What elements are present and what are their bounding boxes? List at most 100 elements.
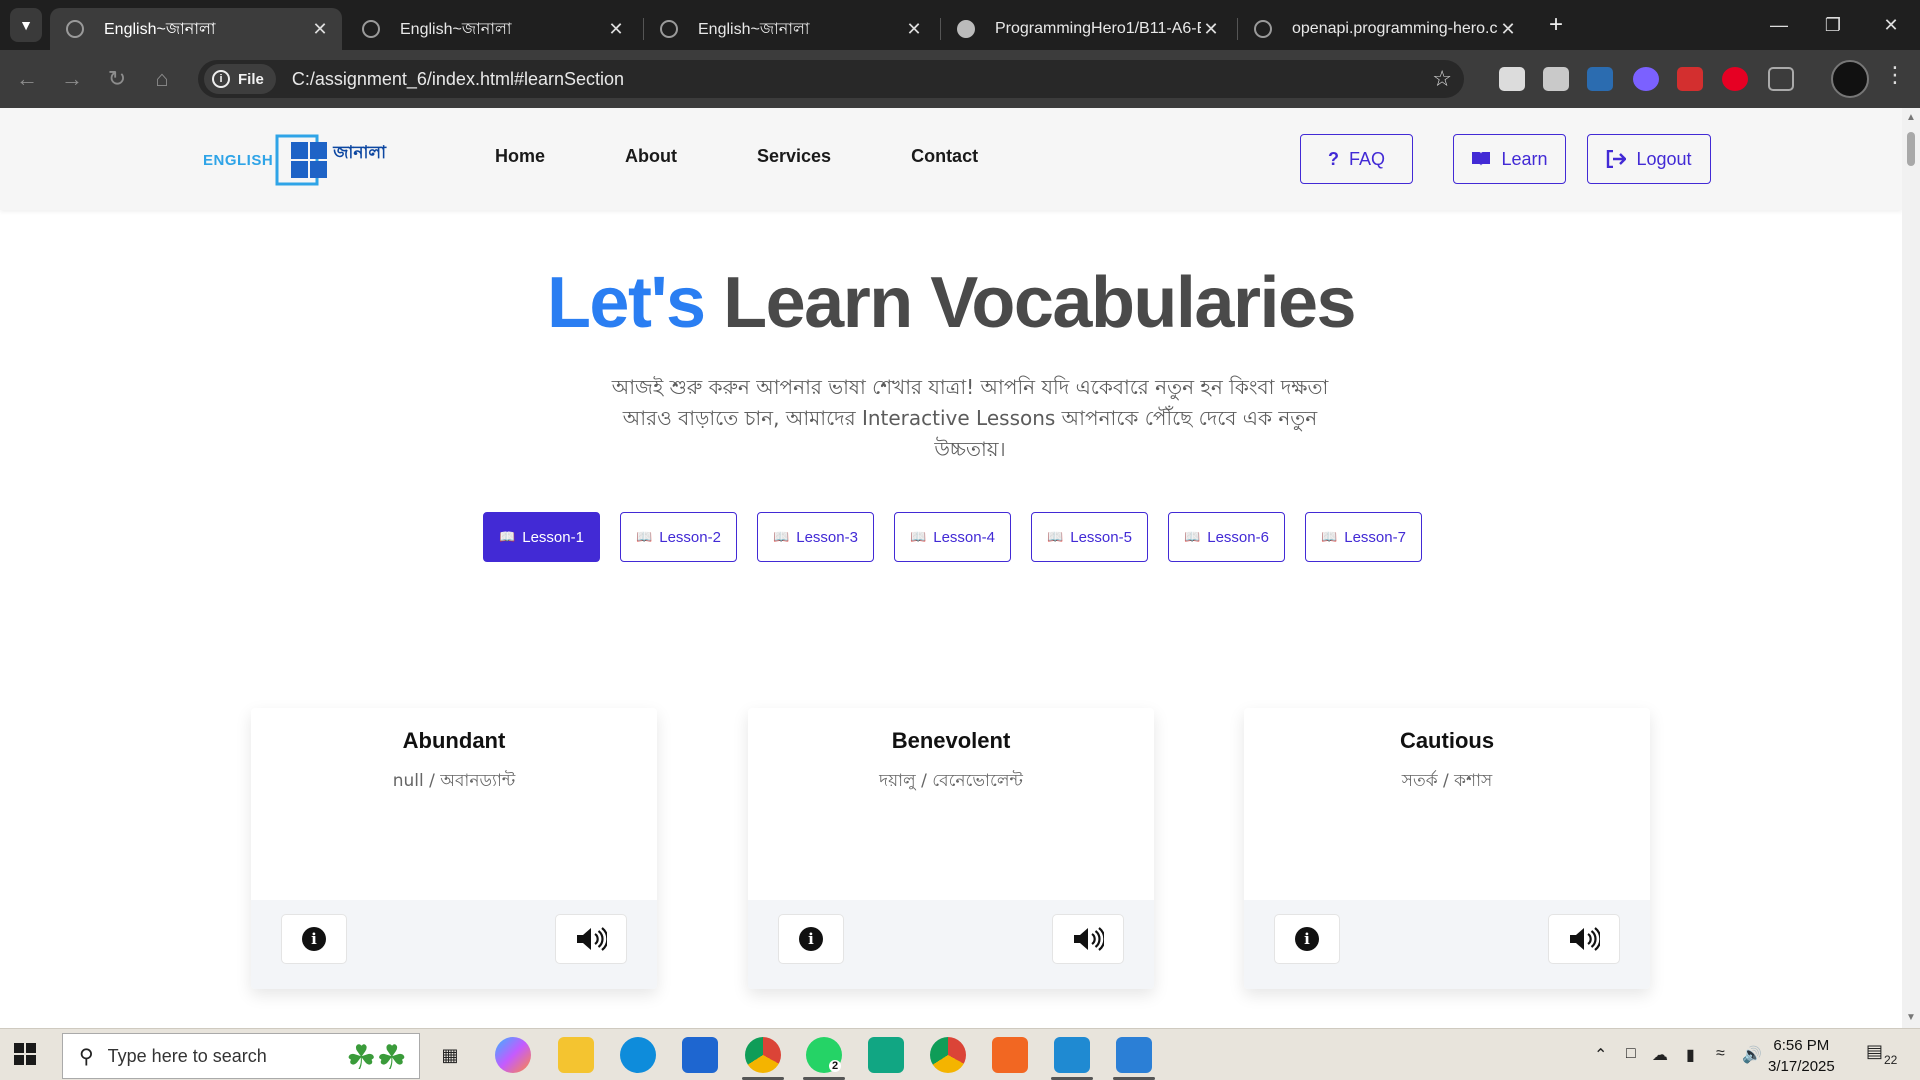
windows-start-icon[interactable] bbox=[14, 1043, 36, 1065]
reading-list-icon[interactable] bbox=[1499, 67, 1525, 91]
browser-tab-4[interactable]: ProgrammingHero1/B11-A6-En ✕ bbox=[941, 8, 1233, 50]
close-tab-icon[interactable]: ✕ bbox=[1201, 19, 1221, 40]
info-icon: i bbox=[212, 70, 230, 88]
lesson-1-button[interactable]: 📖 Lesson-1 bbox=[483, 512, 600, 562]
vocab-word: Abundant bbox=[402, 728, 506, 753]
bookmark-star-icon[interactable]: ☆ bbox=[1432, 66, 1452, 92]
extension-icon[interactable] bbox=[1633, 67, 1659, 91]
globe-icon bbox=[362, 20, 380, 38]
tab-search-chevron-icon[interactable]: ▼ bbox=[10, 8, 42, 42]
close-tab-icon[interactable]: ✕ bbox=[1498, 19, 1518, 40]
nav-about[interactable]: About bbox=[625, 146, 677, 167]
tray-chevron-icon[interactable]: ⌃ bbox=[1594, 1045, 1607, 1065]
title-accent: Let's bbox=[546, 263, 706, 343]
chrome-icon[interactable] bbox=[745, 1037, 781, 1073]
close-tab-icon[interactable]: ✕ bbox=[606, 19, 626, 40]
page-subtitle: আজই শুরু করুন আপনার ভাষা শেখার যাত্রা! আ… bbox=[611, 375, 1329, 461]
restore-icon[interactable]: ❐ bbox=[1810, 8, 1856, 42]
reload-icon[interactable]: ↻ bbox=[100, 62, 134, 96]
search-placeholder: Type here to search bbox=[107, 1045, 267, 1066]
faq-button[interactable]: ? FAQ bbox=[1300, 134, 1413, 184]
url-text[interactable]: C:/assignment_6/index.html#learnSection bbox=[292, 69, 624, 90]
pronounce-button[interactable] bbox=[1548, 914, 1620, 964]
pinterest-icon[interactable] bbox=[1722, 67, 1748, 91]
lesson-7-button[interactable]: 📖 Lesson-7 bbox=[1305, 512, 1422, 562]
question-icon: ? bbox=[1327, 148, 1339, 169]
browser-tab-2[interactable]: English~জানালা ✕ bbox=[346, 8, 638, 50]
nav-home[interactable]: Home bbox=[495, 146, 545, 167]
tab-title: English~জানালা bbox=[104, 20, 216, 38]
new-tab-button[interactable]: + bbox=[1540, 10, 1572, 40]
xampp-icon[interactable] bbox=[992, 1037, 1028, 1073]
nav-contact[interactable]: Contact bbox=[911, 146, 978, 167]
copilot-icon[interactable] bbox=[495, 1037, 531, 1073]
speaker-icon bbox=[577, 927, 607, 951]
details-button[interactable]: i bbox=[281, 914, 347, 964]
lesson-label: Lesson-5 bbox=[1070, 528, 1132, 546]
site-navbar: ENGLISH জানালা Home About Services Conta… bbox=[0, 108, 1902, 210]
menu-kebab-icon[interactable]: ⋮ bbox=[1884, 62, 1906, 88]
details-button[interactable]: i bbox=[778, 914, 844, 964]
store-icon[interactable] bbox=[682, 1037, 718, 1073]
minimize-icon[interactable]: — bbox=[1756, 8, 1802, 42]
lesson-5-button[interactable]: 📖 Lesson-5 bbox=[1031, 512, 1148, 562]
system-clock[interactable]: 6:56 PM 3/17/2025 bbox=[1768, 1035, 1835, 1077]
globe-icon bbox=[66, 20, 84, 38]
card-footer: i bbox=[251, 900, 657, 989]
puzzle-extensions-icon[interactable] bbox=[1768, 67, 1794, 91]
whatsapp-badge: 2 bbox=[828, 1060, 842, 1072]
scroll-up-icon[interactable]: ▲ bbox=[1906, 112, 1916, 123]
pdf-icon[interactable] bbox=[1677, 67, 1703, 91]
close-tab-icon[interactable]: ✕ bbox=[310, 19, 330, 40]
forward-arrow-icon[interactable]: → bbox=[55, 62, 89, 96]
close-tab-icon[interactable]: ✕ bbox=[904, 19, 924, 40]
logout-button[interactable]: Logout bbox=[1587, 134, 1711, 184]
extension-icon[interactable] bbox=[1543, 67, 1569, 91]
lesson-4-button[interactable]: 📖 Lesson-4 bbox=[894, 512, 1011, 562]
taskbar-search[interactable]: ⚲ Type here to search ☘☘ bbox=[62, 1033, 420, 1079]
wifi-icon[interactable]: ≈ bbox=[1716, 1045, 1725, 1063]
site-logo[interactable]: ENGLISH জানালা bbox=[203, 132, 386, 188]
edge-icon[interactable] bbox=[620, 1037, 656, 1073]
learn-button[interactable]: Learn bbox=[1453, 134, 1566, 184]
windows-taskbar: ⚲ Type here to search ☘☘ ▦ 2 ⌃ □ ☁ ▮ ≈ 🔊… bbox=[0, 1028, 1920, 1080]
onedrive-icon[interactable]: ☁ bbox=[1652, 1045, 1668, 1065]
close-window-icon[interactable]: ✕ bbox=[1868, 8, 1914, 42]
profile-avatar[interactable] bbox=[1831, 60, 1869, 98]
browser-tab-1[interactable]: English~জানালা ✕ bbox=[50, 8, 342, 50]
clock-time: 6:56 PM bbox=[1773, 1037, 1830, 1054]
vscode-icon[interactable] bbox=[1054, 1037, 1090, 1073]
browser-tab-5[interactable]: openapi.programming-hero.co ✕ bbox=[1238, 8, 1530, 50]
scrollbar-thumb[interactable] bbox=[1907, 132, 1915, 166]
site-info-chip[interactable]: i File bbox=[204, 64, 276, 94]
chrome-profile-icon[interactable] bbox=[930, 1037, 966, 1073]
app-p-icon[interactable] bbox=[868, 1037, 904, 1073]
back-arrow-icon[interactable]: ← bbox=[10, 62, 44, 96]
vocab-card: Abundant null / অবানড্যান্ট i bbox=[251, 708, 657, 989]
pronounce-button[interactable] bbox=[555, 914, 627, 964]
notifications-button[interactable]: ▤ 22 bbox=[1866, 1041, 1900, 1069]
volume-icon[interactable]: 🔊 bbox=[1742, 1045, 1762, 1065]
task-view-icon[interactable]: ▦ bbox=[432, 1037, 468, 1073]
scroll-down-icon[interactable]: ▼ bbox=[1906, 1012, 1916, 1023]
browser-tab-3[interactable]: English~জানালা ✕ bbox=[644, 8, 936, 50]
file-explorer-icon[interactable] bbox=[558, 1037, 594, 1073]
page-scrollbar[interactable]: ▲ ▼ bbox=[1902, 108, 1920, 1028]
whatsapp-icon[interactable]: 2 bbox=[806, 1037, 842, 1073]
address-bar[interactable]: i File C:/assignment_6/index.html#learnS… bbox=[198, 60, 1464, 98]
nav-services[interactable]: Services bbox=[757, 146, 831, 167]
protocol-label: File bbox=[238, 70, 264, 88]
lesson-3-button[interactable]: 📖 Lesson-3 bbox=[757, 512, 874, 562]
battery-icon[interactable]: ▮ bbox=[1686, 1045, 1695, 1065]
book-icon bbox=[1472, 152, 1491, 166]
photos-icon[interactable] bbox=[1116, 1037, 1152, 1073]
lesson-6-button[interactable]: 📖 Lesson-6 bbox=[1168, 512, 1285, 562]
meet-icon[interactable]: □ bbox=[1626, 1045, 1636, 1063]
lesson-buttons: 📖 Lesson-1 📖 Lesson-2 📖 Lesson-3 📖 Lesson-4 … bbox=[483, 512, 1442, 562]
home-icon[interactable]: ⌂ bbox=[145, 62, 179, 96]
extension-icon[interactable] bbox=[1587, 67, 1613, 91]
title-rest: Learn Vocabularies bbox=[723, 263, 1356, 343]
lesson-2-button[interactable]: 📖 Lesson-2 bbox=[620, 512, 737, 562]
details-button[interactable]: i bbox=[1274, 914, 1340, 964]
pronounce-button[interactable] bbox=[1052, 914, 1124, 964]
